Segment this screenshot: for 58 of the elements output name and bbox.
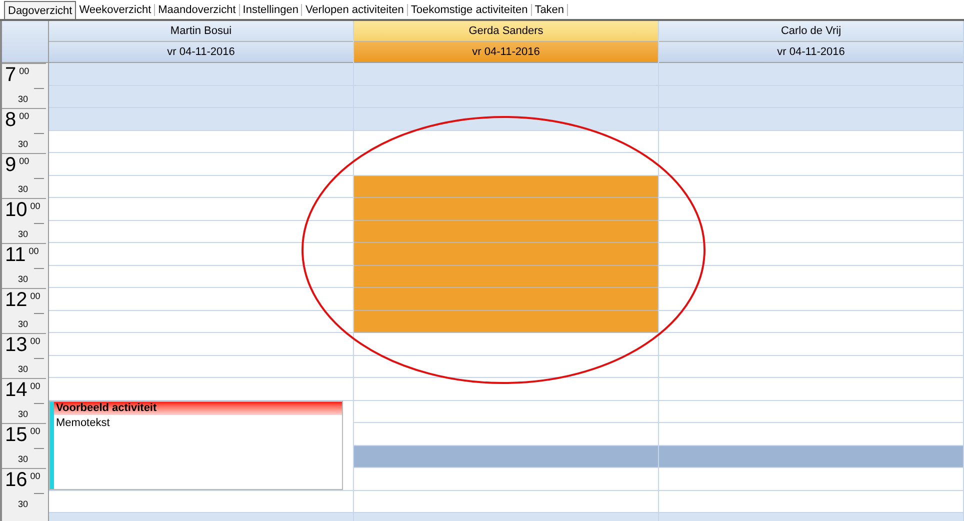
tab[interactable]: Weekoverzicht — [76, 4, 156, 16]
half-hour-label: 30 — [18, 362, 28, 376]
busy-slot[interactable] — [354, 198, 658, 220]
hour-label: 9 — [5, 154, 16, 176]
hour-label: 16 — [5, 469, 28, 491]
half-hour-label: 30 — [18, 452, 28, 466]
minutes-label: 00 — [19, 111, 30, 121]
hour-label: 7 — [5, 64, 16, 86]
busy-slot[interactable] — [354, 220, 658, 243]
hour-label: 8 — [5, 109, 16, 131]
resource-name-header[interactable]: Gerda Sanders — [354, 21, 658, 42]
minutes-label: 00 — [30, 201, 40, 211]
hour-label: 15 — [5, 424, 28, 446]
time-slot[interactable] — [354, 130, 658, 153]
hour-label: 11 — [5, 244, 26, 266]
date-header: vr 04-11-2016 — [354, 42, 658, 63]
half-hour-label: 30 — [18, 318, 28, 330]
half-hour-label: 30 — [18, 182, 28, 196]
half-hour-label: 30 — [18, 228, 28, 240]
hour-label: 14 — [5, 379, 28, 401]
appointment-card[interactable]: Voorbeeld activiteit Memotekst — [49, 400, 343, 490]
hour-label: 12 — [5, 289, 28, 311]
busy-slot[interactable] — [354, 288, 658, 310]
tab[interactable]: Dagoverzicht — [4, 1, 76, 19]
half-hour-label: 30 — [18, 272, 28, 286]
selected-slot[interactable] — [659, 446, 963, 468]
tab[interactable]: Verlopen activiteiten — [302, 4, 408, 16]
tab[interactable]: Taken — [532, 4, 568, 16]
minutes-label: 00 — [19, 156, 30, 166]
minutes-label: 00 — [30, 336, 40, 346]
hour-label: 10 — [5, 199, 28, 221]
minutes-label: 00 — [30, 381, 40, 391]
tab[interactable]: Instellingen — [240, 4, 302, 16]
busy-slot[interactable] — [354, 176, 658, 198]
minutes-label: 00 — [30, 426, 40, 436]
hour-label: 13 — [5, 334, 28, 356]
busy-slot[interactable] — [354, 310, 658, 333]
minutes-label: 00 — [30, 291, 40, 301]
selected-slot[interactable] — [354, 446, 658, 468]
time-slot[interactable] — [354, 108, 658, 130]
minutes-label: 00 — [28, 246, 39, 256]
busy-slot[interactable] — [354, 266, 658, 288]
resource-name-header[interactable]: Carlo de Vrij — [659, 21, 963, 42]
minutes-label: 00 — [19, 66, 30, 76]
minutes-label: 00 — [30, 471, 40, 481]
half-hour-label: 30 — [18, 92, 28, 106]
date-header: vr 04-11-2016 — [49, 42, 353, 63]
tab[interactable]: Maandoverzicht — [155, 4, 240, 16]
tab[interactable]: Toekomstige activiteiten — [408, 4, 532, 16]
busy-slot[interactable] — [354, 243, 658, 266]
half-hour-label: 30 — [18, 138, 28, 150]
half-hour-label: 30 — [18, 498, 28, 510]
half-hour-label: 30 — [18, 408, 28, 420]
appointment-memo: Memotekst — [55, 416, 111, 430]
appointment-title: Voorbeeld activiteit — [54, 402, 342, 414]
time-slot[interactable] — [354, 356, 658, 378]
resource-name-header[interactable]: Martin Bosui — [49, 21, 353, 42]
date-header: vr 04-11-2016 — [659, 42, 963, 63]
